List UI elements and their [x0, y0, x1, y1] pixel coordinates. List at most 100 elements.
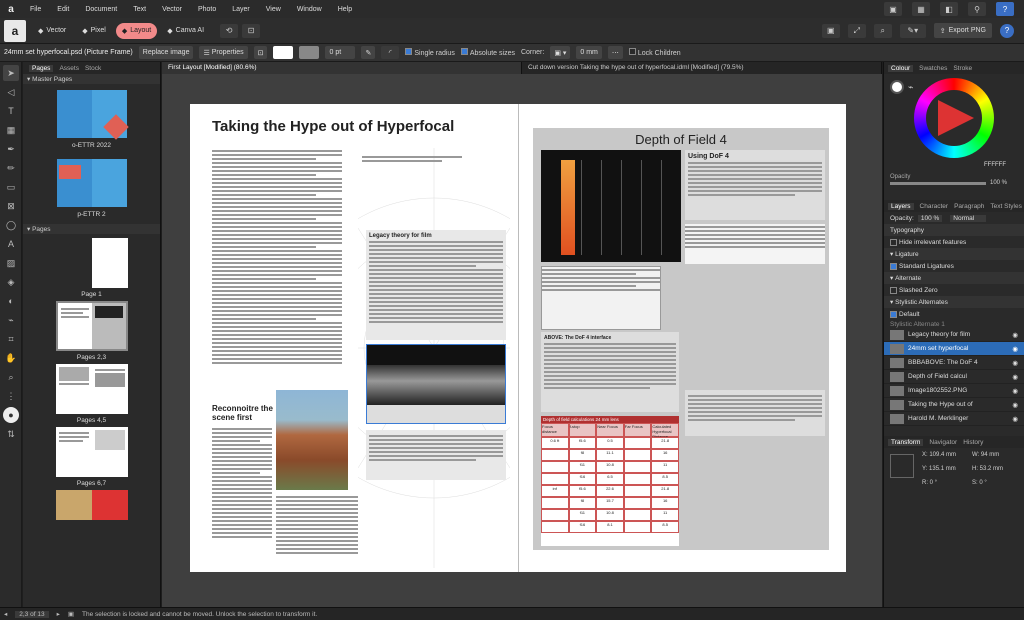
left-page-title[interactable]: Taking the Hype out of Hyperfocal: [212, 118, 454, 135]
tab-transform[interactable]: Transform: [888, 438, 924, 446]
persona-vector[interactable]: ◆ Vector: [32, 23, 72, 39]
node-tool-icon[interactable]: ◁: [3, 84, 19, 100]
w-field[interactable]: W: 94 mm: [972, 452, 999, 458]
visibility-eye-icon[interactable]: ◉: [1012, 387, 1018, 395]
menu-layer[interactable]: Layer: [224, 6, 258, 13]
article-body-col1[interactable]: [212, 148, 342, 418]
prev-page-icon[interactable]: ◂: [4, 610, 7, 618]
frame-text-icon[interactable]: T: [3, 103, 19, 119]
sidebar-box[interactable]: Legacy theory for film: [358, 148, 510, 568]
fit-icon[interactable]: ⤢: [847, 23, 866, 38]
intended-table[interactable]: [685, 224, 825, 264]
ellipse-frame-icon[interactable]: ◯: [3, 217, 19, 233]
frame-icon[interactable]: ⊡: [242, 23, 261, 38]
opacity-value[interactable]: 100 %: [990, 180, 1007, 186]
legacy-theory-box[interactable]: Legacy theory for film: [366, 230, 506, 340]
tab-paragraph[interactable]: Paragraph: [954, 203, 984, 210]
replace-image-button[interactable]: Replace image: [138, 46, 194, 59]
crop-tool-icon[interactable]: ⌗: [3, 331, 19, 347]
visibility-eye-icon[interactable]: ◉: [1012, 331, 1018, 339]
persona-layout[interactable]: ◆ Layout: [115, 22, 158, 39]
stylistic-alternates-section[interactable]: ▾ Stylistic Alternates: [884, 296, 1024, 308]
next-page-icon[interactable]: ▸: [57, 610, 60, 618]
tab-assets[interactable]: Assets: [59, 65, 79, 72]
menu-file[interactable]: File: [22, 6, 49, 13]
zoom-icon[interactable]: ⌕: [873, 23, 892, 38]
more-tools-icon[interactable]: ⋮: [3, 388, 19, 404]
menu-text[interactable]: Text: [125, 6, 154, 13]
image-tool-icon[interactable]: ▨: [3, 255, 19, 271]
page-thumb-2[interactable]: [55, 301, 128, 351]
rotation-field[interactable]: R: 0 °: [922, 480, 937, 486]
table-tool-icon[interactable]: ▦: [3, 122, 19, 138]
grid-view-icon[interactable]: ▦: [912, 2, 930, 16]
stylistic-alt1-option[interactable]: Stylistic Alternate 1: [884, 320, 1024, 328]
transparency-tool-icon[interactable]: ◐: [3, 293, 19, 309]
lens-photo-frame[interactable]: [366, 344, 506, 424]
opacity-slider[interactable]: [890, 181, 986, 185]
tab-navigator[interactable]: Navigator: [929, 439, 957, 446]
help-icon[interactable]: ?: [996, 2, 1014, 16]
ligature-section[interactable]: ▾ Ligature: [884, 248, 1024, 260]
color-wheel[interactable]: [914, 78, 994, 158]
visibility-eye-icon[interactable]: ◉: [1012, 359, 1018, 367]
slashed-zero-option[interactable]: Slashed Zero: [884, 284, 1024, 296]
mode-icon[interactable]: ⟲: [220, 23, 239, 38]
menu-view[interactable]: View: [258, 6, 289, 13]
above-caption-box[interactable]: ABOVE: The DoF 4 interface: [541, 332, 679, 412]
default-option[interactable]: Default: [884, 308, 1024, 320]
right-page-title[interactable]: Depth of Field 4: [533, 132, 829, 147]
anchor-grid-icon[interactable]: [890, 454, 914, 478]
tab-history[interactable]: History: [963, 439, 983, 446]
layer-item[interactable]: Legacy theory for film ◉: [884, 328, 1024, 342]
h-field[interactable]: H: 53.2 mm: [972, 466, 1003, 472]
picture-frame-icon[interactable]: ⊠: [3, 198, 19, 214]
page-indicator[interactable]: 2,3 of 13: [15, 610, 49, 618]
stroke-width-field[interactable]: 0 pt: [325, 46, 356, 59]
help-circle-icon[interactable]: ?: [1000, 23, 1014, 38]
export-button[interactable]: ⇪ Export PNG: [933, 23, 992, 38]
visibility-eye-icon[interactable]: ◉: [1012, 345, 1018, 353]
typography-header[interactable]: Typography: [884, 224, 1024, 236]
move-tool-icon[interactable]: ➤: [3, 65, 19, 81]
snapping-icon[interactable]: ⚲: [968, 2, 986, 16]
pages-header[interactable]: ▾ Pages: [23, 224, 160, 234]
standard-ligatures-option[interactable]: Standard Ligatures: [884, 260, 1024, 272]
persona-canva-ai[interactable]: ◆ Canva AI: [161, 23, 210, 39]
layer-item[interactable]: 24mm set hyperfocal ◉: [884, 342, 1024, 356]
dof-app-screenshot[interactable]: [541, 150, 681, 262]
sharp-caption-box[interactable]: [685, 390, 825, 436]
sidebar-toggle-icon[interactable]: ◧: [940, 2, 958, 16]
layout-view-icon[interactable]: ▣: [884, 2, 902, 16]
layer-item[interactable]: Depth of Field calcul ◉: [884, 370, 1024, 384]
layer-item[interactable]: BBBABOVE: The DoF 4 ◉: [884, 356, 1024, 370]
visibility-eye-icon[interactable]: ◉: [1012, 373, 1018, 381]
tab-layers[interactable]: Layers: [888, 202, 914, 210]
page-thumb-5[interactable]: [55, 490, 128, 520]
zoom-tool-icon[interactable]: ⌕: [3, 369, 19, 385]
color-wells-icon[interactable]: ●: [3, 407, 19, 423]
hide-irrelevant-toggle[interactable]: Hide irrelevant features: [884, 236, 1024, 248]
page-options-icon[interactable]: ▣: [68, 610, 74, 618]
menu-help[interactable]: Help: [330, 6, 360, 13]
using-dof-box[interactable]: Using DoF 4: [685, 150, 825, 220]
layer-item[interactable]: Image1802552.PNG ◉: [884, 384, 1024, 398]
menu-photo[interactable]: Photo: [190, 6, 224, 13]
article-body-col1b[interactable]: [212, 426, 272, 566]
shape-tool-icon[interactable]: ▭: [3, 179, 19, 195]
hex-field[interactable]: FFFFFF: [984, 162, 1006, 168]
fill-tool-icon[interactable]: ◈: [3, 274, 19, 290]
layer-opacity-field[interactable]: 100 %: [917, 214, 943, 222]
dof-table[interactable]: Depth of field calculations 24 mm lens F…: [541, 416, 679, 546]
y-field[interactable]: Y: 135.1 mm: [922, 466, 956, 472]
blend-mode-dropdown[interactable]: Normal: [950, 214, 987, 222]
absolute-sizes-checkbox[interactable]: Absolute sizes: [460, 48, 515, 57]
preview-icon[interactable]: ▣: [821, 23, 840, 38]
document-canvas[interactable]: Taking the Hype out of Hyperfocal Reconn…: [162, 74, 882, 607]
tab-stock[interactable]: Stock: [85, 65, 101, 72]
master-thumb-2[interactable]: [56, 159, 127, 207]
tab-colour[interactable]: Colour: [888, 64, 914, 72]
stroke-pen-icon[interactable]: ✎: [361, 46, 376, 59]
pen-tool-icon-left[interactable]: ✒: [3, 141, 19, 157]
settings-screenshot[interactable]: [541, 266, 661, 330]
